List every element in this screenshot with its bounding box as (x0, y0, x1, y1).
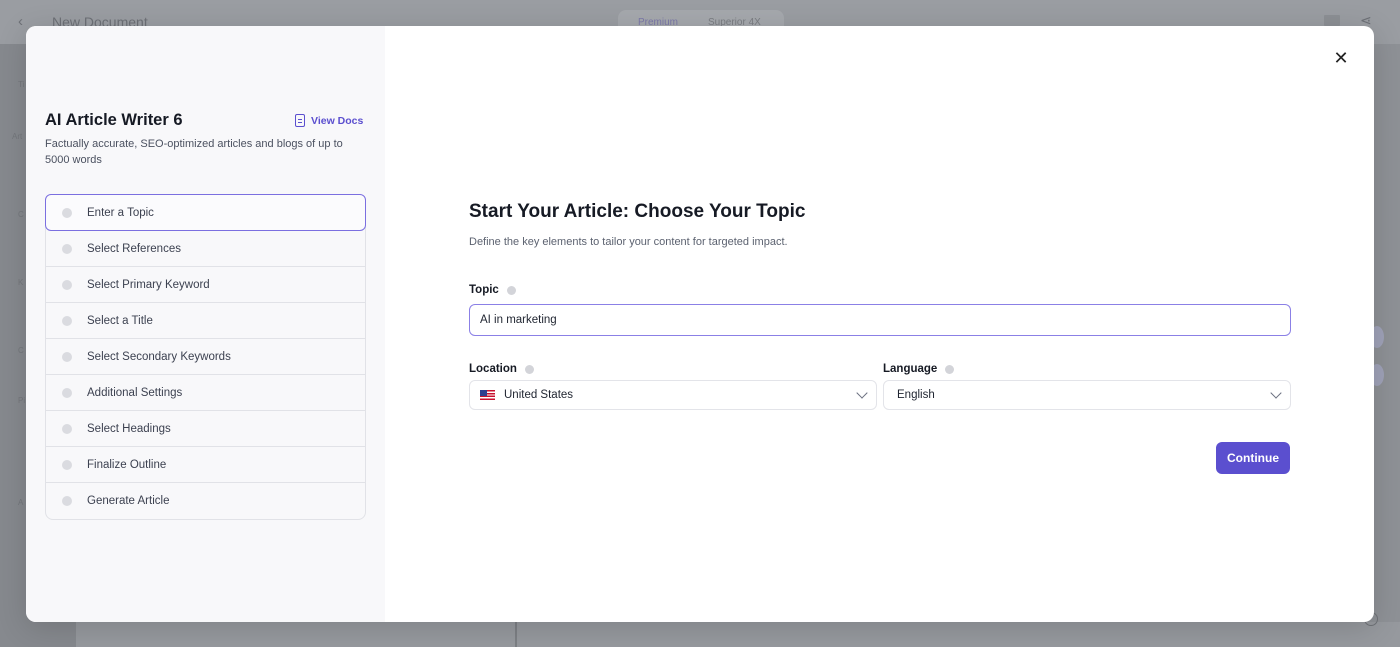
step-status-dot (62, 496, 72, 506)
step-select-references[interactable]: Select References (46, 231, 365, 267)
step-label: Select Headings (87, 422, 171, 435)
topic-label: Topic (469, 284, 516, 296)
step-status-dot (62, 459, 72, 470)
background-flag-icon (1324, 15, 1340, 26)
steps-list: Enter a Topic Select References Select P… (45, 194, 366, 520)
location-label-text: Location (469, 363, 517, 375)
page-title: Start Your Article: Choose Your Topic (469, 201, 806, 222)
background-bottom (76, 622, 1400, 647)
background-side-label: A (18, 498, 24, 507)
continue-button[interactable]: Continue (1216, 442, 1290, 474)
step-enter-topic[interactable]: Enter a Topic (45, 194, 366, 231)
info-icon[interactable] (945, 364, 955, 374)
step-label: Finalize Outline (87, 458, 167, 471)
location-label: Location (469, 363, 534, 375)
tool-title: AI Article Writer 6 (45, 111, 183, 129)
step-status-dot (62, 243, 72, 254)
topic-input[interactable] (469, 304, 1291, 336)
language-label-text: Language (883, 363, 938, 375)
step-status-dot (62, 423, 72, 434)
tool-description: Factually accurate, SEO-optimized articl… (45, 138, 343, 166)
step-status-dot (62, 315, 72, 326)
back-arrow-icon: ‹ (18, 13, 23, 30)
language-label: Language (883, 363, 955, 375)
background-side-label: K (18, 278, 24, 287)
step-label: Select References (87, 242, 181, 255)
background-side-label: Ti (18, 80, 25, 89)
page-subtitle: Define the key elements to tailor your c… (469, 236, 788, 248)
background-side-label: C (18, 346, 24, 355)
chevron-down-icon (1270, 387, 1282, 399)
step-finalize-outline[interactable]: Finalize Outline (46, 447, 365, 483)
background-side-label: C (18, 210, 24, 219)
step-status-dot (62, 351, 72, 362)
step-status-dot (62, 279, 72, 290)
info-icon[interactable] (524, 364, 534, 374)
step-status-dot (62, 387, 72, 398)
step-label: Enter a Topic (87, 206, 154, 219)
steps-panel: AI Article Writer 6 View Docs Factually … (26, 26, 385, 622)
step-status-dot (62, 207, 72, 218)
step-label: Select Secondary Keywords (87, 350, 231, 363)
step-label: Additional Settings (87, 386, 183, 399)
step-select-headings[interactable]: Select Headings (46, 411, 365, 447)
background-side-label: Pi (18, 396, 26, 405)
step-select-title[interactable]: Select a Title (46, 303, 365, 339)
step-generate-article[interactable]: Generate Article (46, 483, 365, 519)
background-side-label: Art (12, 132, 23, 141)
step-label: Select a Title (87, 314, 153, 327)
view-docs-link[interactable]: View Docs (295, 114, 363, 127)
step-select-primary-keyword[interactable]: Select Primary Keyword (46, 267, 365, 303)
language-value: English (897, 389, 935, 401)
step-select-secondary-keywords[interactable]: Select Secondary Keywords (46, 339, 365, 375)
language-select[interactable]: English (883, 380, 1291, 410)
document-icon (295, 114, 305, 127)
location-select[interactable]: United States (469, 380, 877, 410)
view-docs-label: View Docs (311, 114, 364, 127)
close-icon[interactable]: ✕ (1331, 48, 1351, 68)
background-divider (515, 622, 517, 647)
chevron-down-icon (856, 387, 868, 399)
article-writer-modal: AI Article Writer 6 View Docs Factually … (26, 26, 1374, 622)
location-value: United States (504, 389, 574, 401)
us-flag-icon (480, 390, 495, 400)
step-additional-settings[interactable]: Additional Settings (46, 375, 365, 411)
step-label: Select Primary Keyword (87, 278, 210, 291)
step-label: Generate Article (87, 495, 170, 507)
info-icon[interactable] (506, 285, 516, 295)
topic-label-text: Topic (469, 284, 499, 296)
